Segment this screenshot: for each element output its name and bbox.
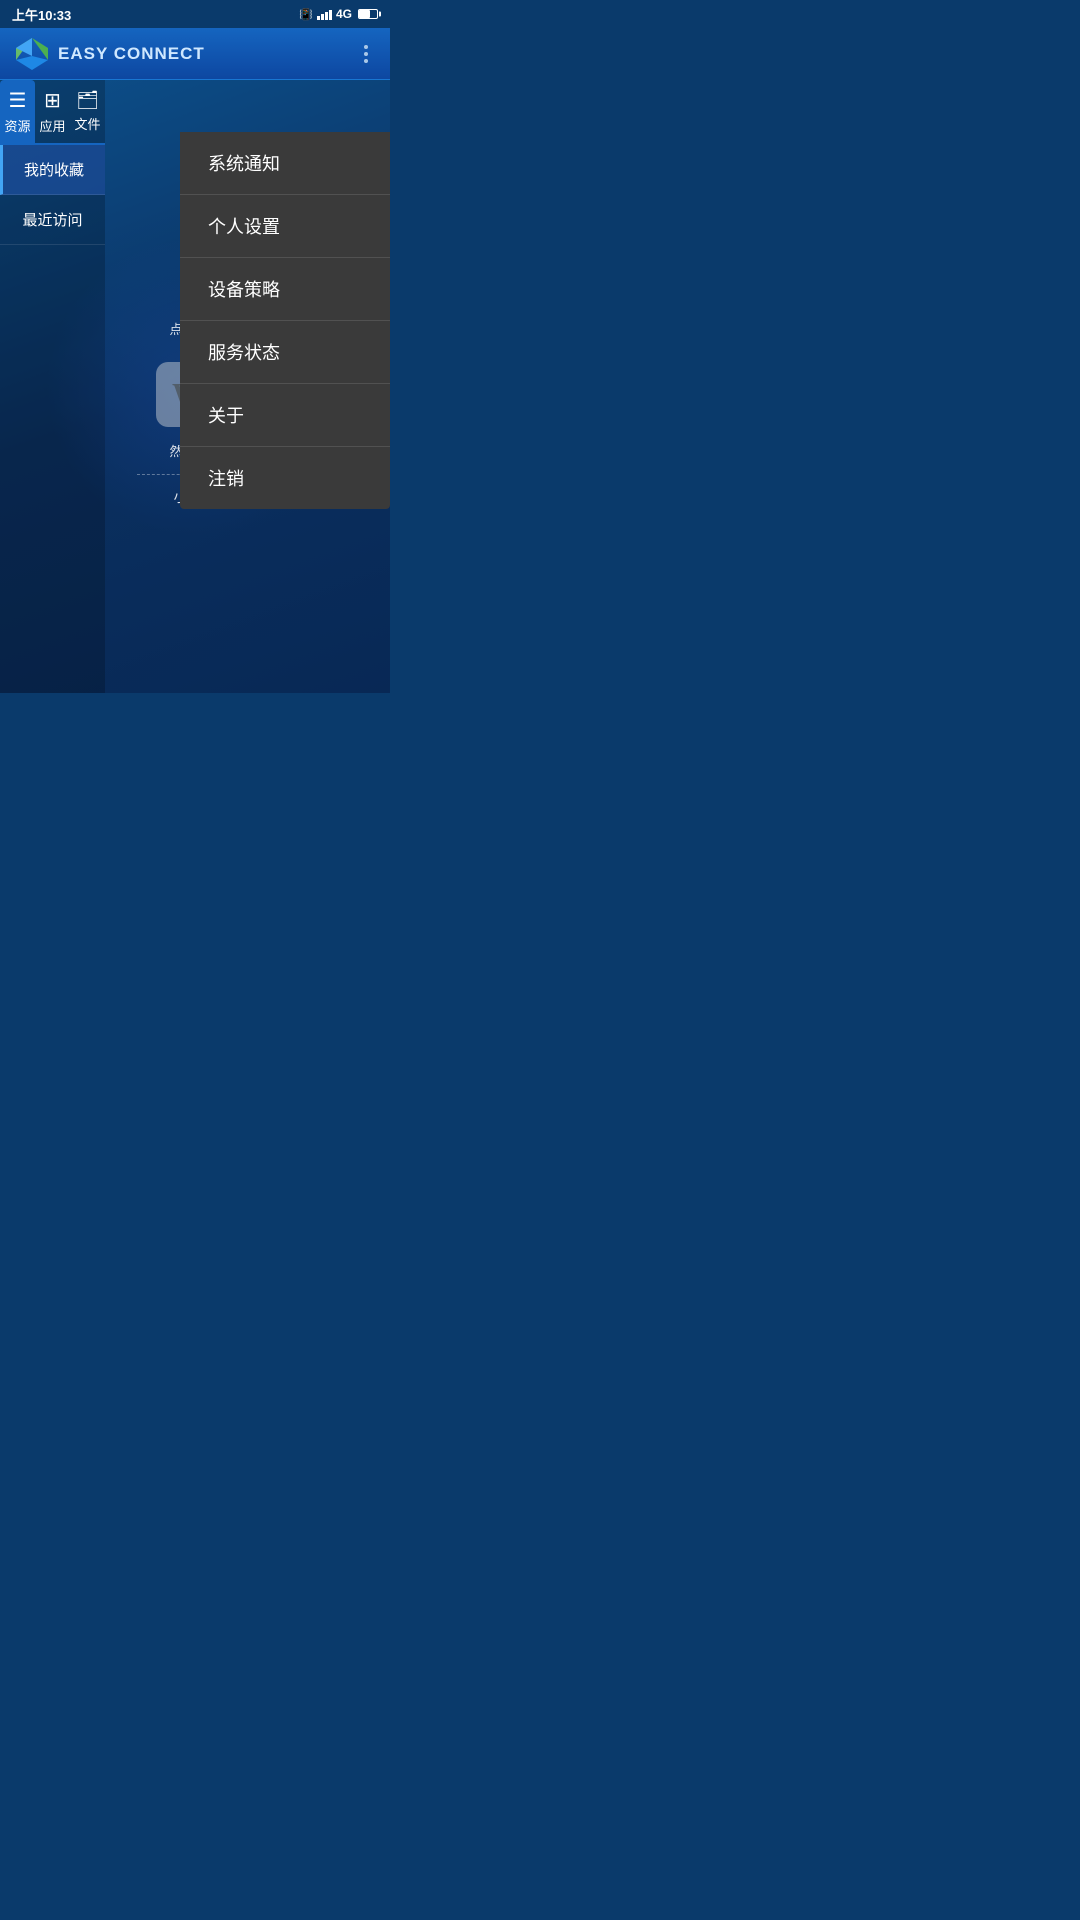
menu-item-device-policy[interactable]: 设备策略 [180, 258, 390, 321]
battery-icon [358, 9, 378, 19]
sidebar-menu: 我的收藏 最近访问 [0, 145, 105, 245]
app-title: Easy Connect [58, 44, 205, 64]
app-header: Easy Connect [0, 28, 390, 80]
menu-item-about[interactable]: 关于 [180, 384, 390, 447]
menu-item-service-status[interactable]: 服务状态 [180, 321, 390, 384]
resources-icon: ☰ [9, 88, 27, 113]
vibrate-icon: 📳 [299, 8, 313, 21]
tab-files[interactable]: 🗂 文件 [70, 80, 105, 143]
dropdown-menu: 系统通知 个人设置 设备策略 服务状态 关于 注销 [180, 132, 390, 509]
tab-apps-label: 应用 [39, 116, 65, 135]
app-logo: Easy Connect [14, 36, 205, 72]
tab-resources-label: 资源 [4, 116, 30, 135]
tab-resources[interactable]: ☰ 资源 [0, 80, 35, 143]
apps-icon: ⊞ [44, 88, 61, 113]
files-icon: 🗂 [76, 90, 99, 111]
more-menu-button[interactable] [356, 41, 376, 67]
status-indicators: 📳 4G [299, 7, 378, 21]
logo-icon [14, 36, 50, 72]
menu-item-logout[interactable]: 注销 [180, 447, 390, 509]
sidebar: ☰ 资源 ⊞ 应用 🗂 文件 我的收藏 最近访问 [0, 80, 105, 693]
sidebar-item-recent[interactable]: 最近访问 [0, 195, 105, 245]
menu-item-system-notify[interactable]: 系统通知 [180, 132, 390, 195]
status-bar: 上午10:33 📳 4G [0, 0, 390, 28]
tab-bar: ☰ 资源 ⊞ 应用 🗂 文件 [0, 80, 105, 145]
sidebar-item-favorites[interactable]: 我的收藏 [0, 145, 105, 195]
network-type: 4G [336, 7, 352, 21]
status-time: 上午10:33 [12, 5, 71, 24]
tab-apps[interactable]: ⊞ 应用 [35, 80, 70, 143]
tab-files-label: 文件 [74, 114, 100, 133]
signal-icon [317, 8, 332, 20]
menu-item-personal-settings[interactable]: 个人设置 [180, 195, 390, 258]
